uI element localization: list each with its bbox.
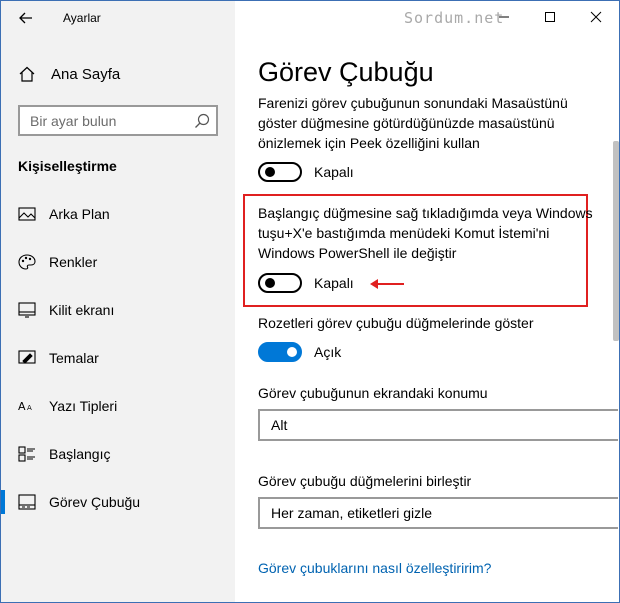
powershell-toggle-label: Kapalı [314,275,354,291]
sidebar-item-kilit-ekrani[interactable]: Kilit ekranı [1,292,235,328]
badges-description: Rozetleri görev çubuğu düğmelerinde göst… [258,315,534,331]
back-button[interactable] [15,7,37,29]
minimize-icon [499,16,509,18]
combine-dropdown-value: Her zaman, etiketleri gizle [271,505,433,521]
back-arrow-icon [19,12,32,24]
svg-text:A: A [18,400,26,413]
active-indicator [1,490,5,514]
sidebar-item-label: Başlangıç [49,446,111,462]
combine-label: Görev çubuğu düğmelerini birleştir [258,473,472,489]
toggle-knob [287,347,297,357]
powershell-toggle-row[interactable]: Kapalı [258,272,354,294]
titlebar-left: Ayarlar [1,1,235,35]
badges-toggle-row[interactable]: Açık [258,341,341,363]
sidebar-item-gorev-cubugu[interactable]: Görev Çubuğu [1,484,235,520]
home-icon [19,66,35,82]
main-panel: Sordum.net Görev Çubuğu Farenizi görev ç… [235,1,619,602]
sidebar-item-label: Renkler [49,254,98,270]
search-icon[interactable] [194,113,210,129]
page-title: Görev Çubuğu [258,57,434,87]
maximize-icon [545,12,555,22]
help-link[interactable]: Görev çubuklarını nasıl özelleştiririm? [258,560,491,576]
sidebar-item-yazi-tipleri[interactable]: AA Yazı Tipleri [1,388,235,424]
powershell-description: Başlangıç düğmesine sağ tıkladığımda vey… [258,205,593,261]
start-icon [18,446,35,462]
svg-text:A: A [27,404,32,412]
red-arrow-icon [370,279,404,289]
combine-dropdown[interactable]: Her zaman, etiketleri gizle [258,497,618,529]
badges-toggle[interactable] [258,342,302,362]
location-label: Görev çubuğunun ekrandaki konumu [258,385,488,401]
minimize-button[interactable] [481,3,527,31]
taskbar-icon [18,494,36,510]
sidebar-item-temalar[interactable]: Temalar [1,340,235,376]
sidebar-item-label: Yazı Tipleri [49,398,118,414]
sidebar-item-arka-plan[interactable]: Arka Plan [1,196,235,232]
lock-screen-icon [18,302,36,318]
section-title: Kişiselleştirme [18,158,117,174]
sidebar-item-label: Kilit ekranı [49,302,115,318]
maximize-button[interactable] [527,3,573,31]
font-icon: AA [18,400,32,413]
sidebar: Ayarlar Ana Sayfa Kişiselleştirme Arka P… [1,1,235,602]
toggle-knob [265,278,275,288]
sidebar-item-label: Temalar [49,350,99,366]
peek-description: Farenizi görev çubuğunun sonundaki Masaü… [258,95,568,151]
scrollbar[interactable] [613,141,619,341]
location-dropdown-value: Alt [271,417,288,433]
powershell-toggle[interactable] [258,273,302,293]
close-icon [590,11,602,23]
sidebar-item-baslangic[interactable]: Başlangıç [1,436,235,472]
sidebar-item-home[interactable]: Ana Sayfa [1,59,235,89]
sidebar-item-label: Görev Çubuğu [49,494,141,510]
settings-window: Ayarlar Ana Sayfa Kişiselleştirme Arka P… [0,0,620,603]
brush-icon [18,350,36,364]
sidebar-item-label: Arka Plan [49,206,110,222]
palette-icon [18,254,36,270]
badges-toggle-label: Açık [314,344,342,360]
peek-toggle-label: Kapalı [314,164,354,180]
picture-icon [18,207,36,221]
peek-toggle-row[interactable]: Kapalı [258,161,354,183]
sidebar-item-renkler[interactable]: Renkler [1,244,235,280]
close-button[interactable] [573,3,619,31]
peek-toggle[interactable] [258,162,302,182]
app-title: Ayarlar [63,11,101,25]
search-input[interactable] [20,107,190,134]
location-dropdown[interactable]: Alt [258,409,618,441]
toggle-knob [265,167,275,177]
search-box[interactable] [18,105,218,136]
sidebar-item-label: Ana Sayfa [51,66,121,83]
